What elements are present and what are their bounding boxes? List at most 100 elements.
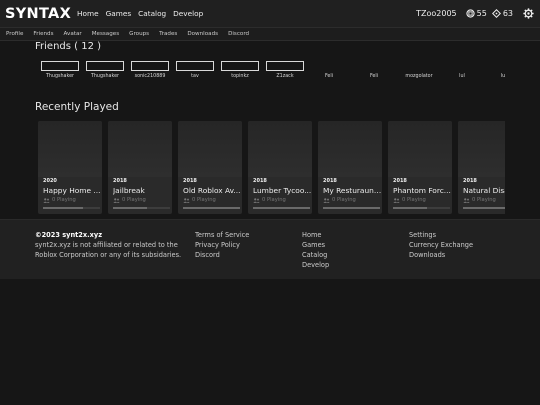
top-navbar: SYNTAX Home Games Catalog Develop TZoo20… (0, 0, 540, 27)
players-icon (113, 197, 120, 203)
user-area: TZoo2005 55 63 (416, 0, 534, 27)
site-logo[interactable]: SYNTAX (5, 6, 71, 22)
friend-avatar[interactable] (86, 61, 124, 71)
friend-avatar[interactable] (221, 61, 259, 71)
friend-name[interactable]: Thugshaker (83, 74, 127, 79)
friend-name[interactable]: Z1zack (263, 74, 307, 79)
game-card[interactable]: 2018 Phantom Forc... 0 Playing (388, 121, 452, 214)
nav-develop[interactable]: Develop (173, 9, 203, 18)
nav-games[interactable]: Games (106, 9, 132, 18)
subnav-groups[interactable]: Groups (129, 31, 149, 37)
friend-name[interactable]: sonic210889 (128, 74, 172, 79)
nav-home[interactable]: Home (77, 9, 99, 18)
game-thumbnail[interactable] (458, 121, 505, 177)
friend-item[interactable]: lul (440, 60, 484, 79)
game-thumbnail[interactable] (248, 121, 312, 177)
friend-name[interactable]: Thugshaker (38, 74, 82, 79)
subnav-avatar[interactable]: Avatar (64, 31, 82, 37)
footer-disclaimer-line2: Roblox Corporation or any of its subsida… (35, 251, 182, 259)
friend-item[interactable]: mozgolator (397, 60, 441, 79)
game-rating-fill (323, 207, 380, 209)
game-card[interactable]: 2018 Lumber Tycoo... 0 Playing (248, 121, 312, 214)
footer-link-settings[interactable]: Settings (409, 230, 473, 240)
subnav-trades[interactable]: Trades (159, 31, 177, 37)
friend-avatar[interactable] (176, 61, 214, 71)
friend-item[interactable]: topinkz (218, 60, 262, 79)
game-thumbnail[interactable] (178, 121, 242, 177)
friends-list: Thugshaker Thugshaker sonic210889 tav topink… (35, 60, 515, 82)
game-thumbnail[interactable] (38, 121, 102, 177)
footer-link-home[interactable]: Home (302, 230, 329, 240)
game-card[interactable]: 2018 Jailbreak 0 Playing (108, 121, 172, 214)
friend-avatar[interactable] (131, 61, 169, 71)
subnav-messages[interactable]: Messages (92, 31, 119, 37)
game-rating-fill (43, 207, 83, 209)
username-link[interactable]: TZoo2005 (416, 9, 457, 18)
game-thumbnail[interactable] (388, 121, 452, 177)
robux-amount: 55 (476, 9, 487, 18)
game-title[interactable]: Happy Home ... (43, 186, 102, 195)
footer-link-privacy[interactable]: Privacy Policy (195, 240, 249, 250)
friend-avatar[interactable] (41, 61, 79, 71)
gear-icon[interactable] (523, 8, 534, 19)
footer-link-downloads[interactable]: Downloads (409, 250, 473, 260)
footer-link-currency[interactable]: Currency Exchange (409, 240, 473, 250)
subnav-discord[interactable]: Discord (228, 31, 249, 37)
friend-name[interactable]: tav (173, 74, 217, 79)
game-title[interactable]: Natural Disas (463, 186, 505, 195)
subnav-profile[interactable]: Profile (6, 31, 23, 37)
game-title[interactable]: My Resturaunt... (323, 186, 382, 195)
footer-link-develop[interactable]: Develop (302, 260, 329, 270)
game-card[interactable]: 2018 Natural Disas 0 Playing (458, 121, 505, 214)
footer-col-account: Settings Currency Exchange Downloads (409, 230, 473, 260)
game-title[interactable]: Old Roblox Av... (183, 186, 242, 195)
friend-item[interactable]: Feli (352, 60, 396, 79)
friend-name[interactable]: Feli (307, 74, 351, 79)
players-icon (393, 197, 400, 203)
friends-heading[interactable]: Friends ( 12 ) (35, 41, 101, 52)
robux-icon (465, 9, 475, 18)
game-playing-text: 0 Playing (262, 197, 286, 203)
game-card[interactable]: 2018 Old Roblox Av... 0 Playing (178, 121, 242, 214)
friend-name[interactable]: lu (481, 74, 525, 79)
game-rating-bar (113, 207, 170, 209)
game-title[interactable]: Lumber Tycoo... (253, 186, 312, 195)
friend-name[interactable]: lul (440, 74, 484, 79)
recently-played-heading: Recently Played (35, 101, 119, 113)
game-playing-text: 0 Playing (332, 197, 356, 203)
game-card[interactable]: 2018 My Resturaunt... 0 Playing (318, 121, 382, 214)
friend-item[interactable]: Z1zack (263, 60, 307, 79)
footer-link-catalog[interactable]: Catalog (302, 250, 329, 260)
footer-legal: ©2023 synt2x.xyz synt2x.xyz is not affil… (35, 230, 181, 260)
game-player-count: 0 Playing (183, 197, 216, 203)
friend-item[interactable]: Thugshaker (83, 60, 127, 79)
footer-link-terms[interactable]: Terms of Service (195, 230, 249, 240)
game-card[interactable]: 2020 Happy Home ... 0 Playing (38, 121, 102, 214)
footer-link-discord[interactable]: Discord (195, 250, 249, 260)
nav-catalog[interactable]: Catalog (138, 9, 166, 18)
game-thumbnail[interactable] (108, 121, 172, 177)
subnav-friends[interactable]: Friends (33, 31, 53, 37)
friend-item[interactable]: Feli (307, 60, 351, 79)
footer-disclaimer-line1: synt2x.xyz is not affiliated or related … (35, 241, 178, 249)
sub-navbar: Profile Friends Avatar Messages Groups T… (0, 27, 540, 41)
game-title[interactable]: Phantom Forc... (393, 186, 452, 195)
friend-avatar[interactable] (266, 61, 304, 71)
robux-balance[interactable]: 55 (465, 9, 487, 18)
friend-item[interactable]: lu (481, 60, 525, 79)
friend-item[interactable]: tav (173, 60, 217, 79)
game-rating-bar (463, 207, 505, 209)
friend-item[interactable]: sonic210889 (128, 60, 172, 79)
game-rating-bar (43, 207, 100, 209)
subnav-downloads[interactable]: Downloads (187, 31, 218, 37)
friend-name[interactable]: topinkz (218, 74, 262, 79)
friend-item[interactable]: Thugshaker (38, 60, 82, 79)
game-title[interactable]: Jailbreak (113, 186, 172, 195)
game-thumbnail[interactable] (318, 121, 382, 177)
players-icon (323, 197, 330, 203)
footer-link-games[interactable]: Games (302, 240, 329, 250)
friend-name[interactable]: Feli (352, 74, 396, 79)
game-rating-fill (113, 207, 148, 209)
friend-name[interactable]: mozgolator (397, 74, 441, 79)
tickets-balance[interactable]: 63 (491, 9, 513, 18)
